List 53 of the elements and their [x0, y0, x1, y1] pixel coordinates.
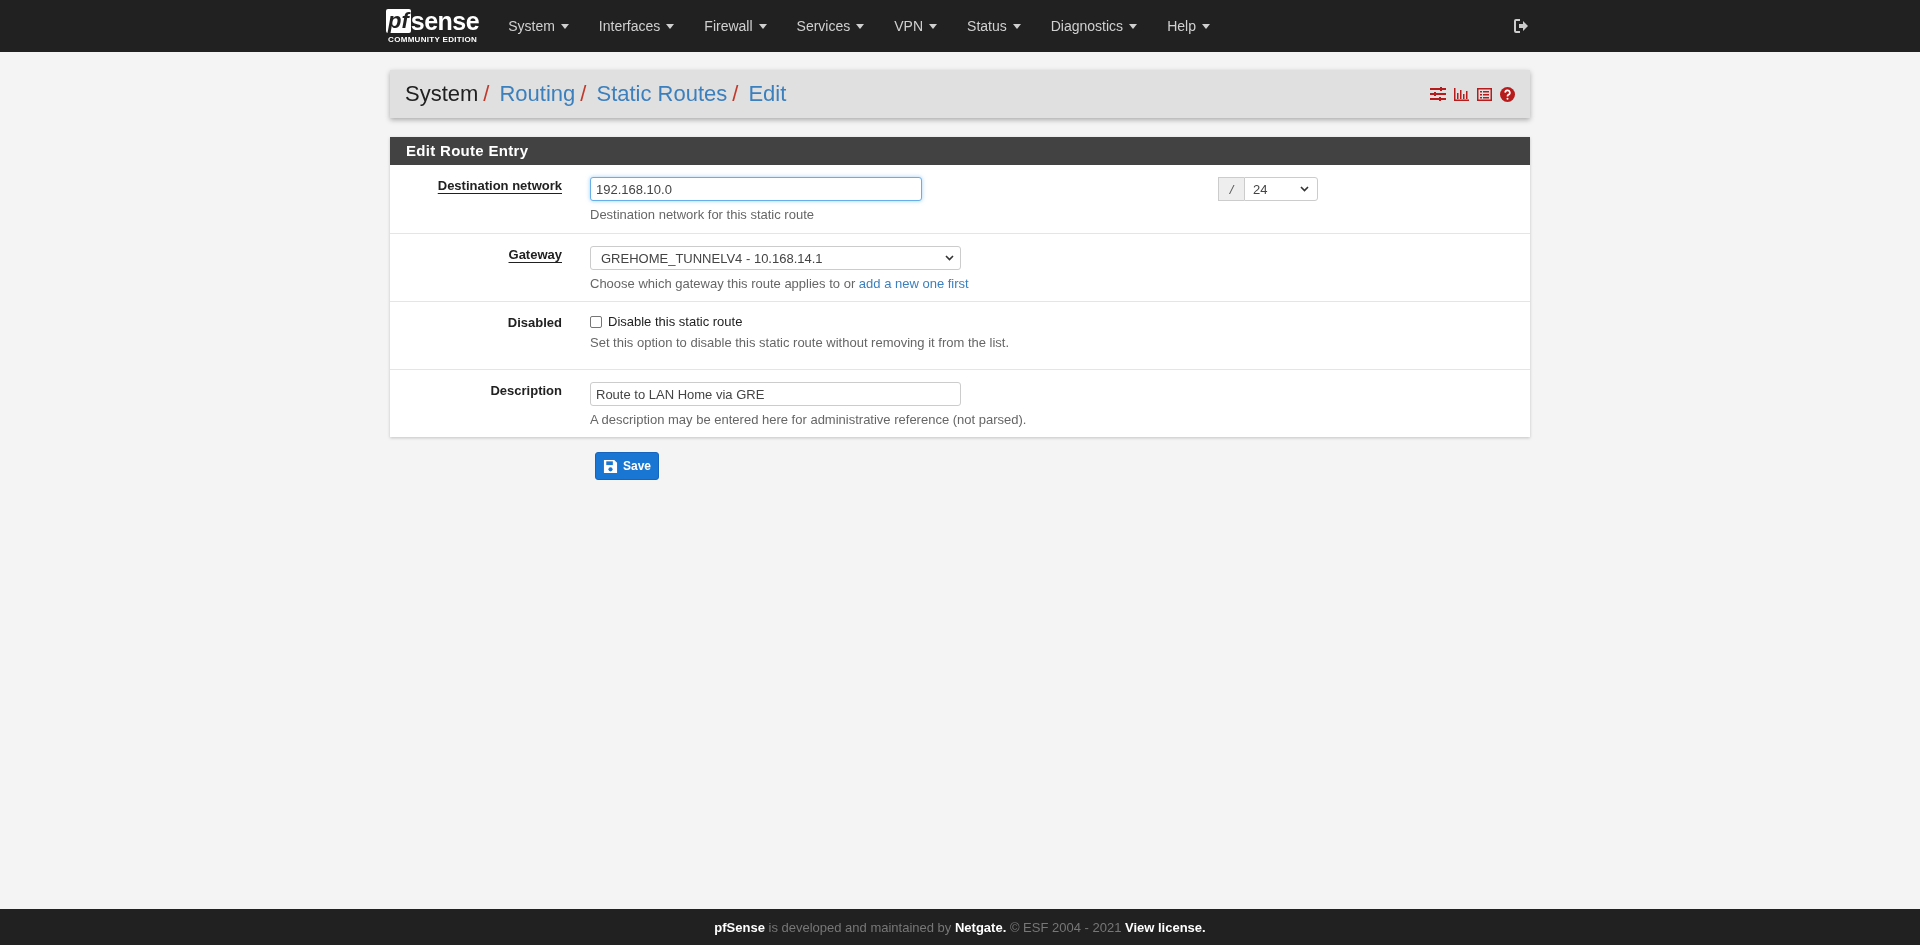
footer-link[interactable]: View license. — [1124, 919, 1206, 935]
breadcrumb-separator: / — [483, 81, 490, 107]
caret-icon — [1201, 23, 1210, 29]
footer-link[interactable]: pfSense — [714, 919, 765, 935]
logo-subtitle: COMMUNITY EDITION — [388, 34, 478, 44]
checkbox-label[interactable]: Disable this static route — [608, 314, 743, 329]
logout-icon[interactable] — [1514, 19, 1530, 33]
pfsense-logo[interactable]: pfsense COMMUNITY EDITION — [386, 8, 480, 44]
help-text: A description may be entered here for administrative reference (not parsed). — [590, 412, 1028, 427]
nav-menu[interactable]: Diagnostics — [1035, 0, 1153, 52]
caret-icon — [1012, 23, 1021, 29]
cidr-separator: / — [1218, 177, 1244, 201]
gateway-select[interactable]: GREHOME_TUNNELV4 - 10.168.14.1 — [590, 246, 961, 270]
breadcrumb-separator: / — [580, 81, 587, 107]
help-text: Choose which gateway this route applies to or add a new one first — [590, 276, 970, 291]
panel-title: Edit Route Entry — [390, 137, 1530, 165]
checkbox[interactable] — [590, 315, 602, 328]
breadcrumb-separator: / — [732, 81, 739, 107]
field-label[interactable]: Destination network — [437, 178, 562, 193]
sliders-icon[interactable] — [1430, 87, 1446, 101]
help-icon[interactable] — [1500, 86, 1515, 102]
nav-menu[interactable]: Interfaces — [583, 0, 690, 52]
logo-text: sense — [410, 8, 480, 33]
list-icon[interactable] — [1477, 87, 1492, 101]
caret-icon — [1129, 23, 1138, 29]
help-text: Destination network for this static route — [590, 207, 815, 222]
caret-icon — [758, 23, 767, 29]
add-gateway-link[interactable]: add a new one first — [858, 276, 969, 291]
field-label[interactable]: Gateway — [508, 247, 562, 262]
nav-menu[interactable]: Firewall — [689, 0, 782, 52]
destination-network-field[interactable]: 192.168.10.0 — [590, 177, 922, 201]
nav-menu[interactable]: VPN — [879, 0, 953, 52]
caret-icon — [929, 23, 938, 29]
footer-link[interactable]: Netgate. — [954, 919, 1007, 935]
footer-text: pfSense is developed and maintained by Netgate. © ESF 2004 - 2021 View license. — [714, 919, 1206, 935]
nav-menu[interactable]: Help — [1152, 0, 1225, 52]
field-label: Description — [490, 383, 562, 398]
bar-chart-icon[interactable] — [1454, 87, 1469, 101]
breadcrumb-text: System — [405, 81, 479, 107]
chevron-down-icon — [1300, 186, 1309, 192]
chevron-down-icon — [945, 255, 954, 261]
nav-menu[interactable]: Status — [952, 0, 1036, 52]
caret-icon — [560, 23, 569, 29]
nav-menu[interactable]: Services — [781, 0, 880, 52]
nav-menu[interactable]: System — [493, 0, 584, 52]
description-field[interactable]: Route to LAN Home via GRE — [590, 382, 961, 406]
subnet-mask-select[interactable]: 24 — [1244, 177, 1318, 201]
caret-icon — [856, 23, 865, 29]
caret-icon — [666, 23, 675, 29]
save-button[interactable]: Save — [595, 452, 660, 480]
logo-text: pf — [386, 8, 411, 33]
help-text: Set this option to disable this static route without removing it from the list. — [590, 335, 1011, 350]
field-label: Disabled — [507, 315, 562, 330]
